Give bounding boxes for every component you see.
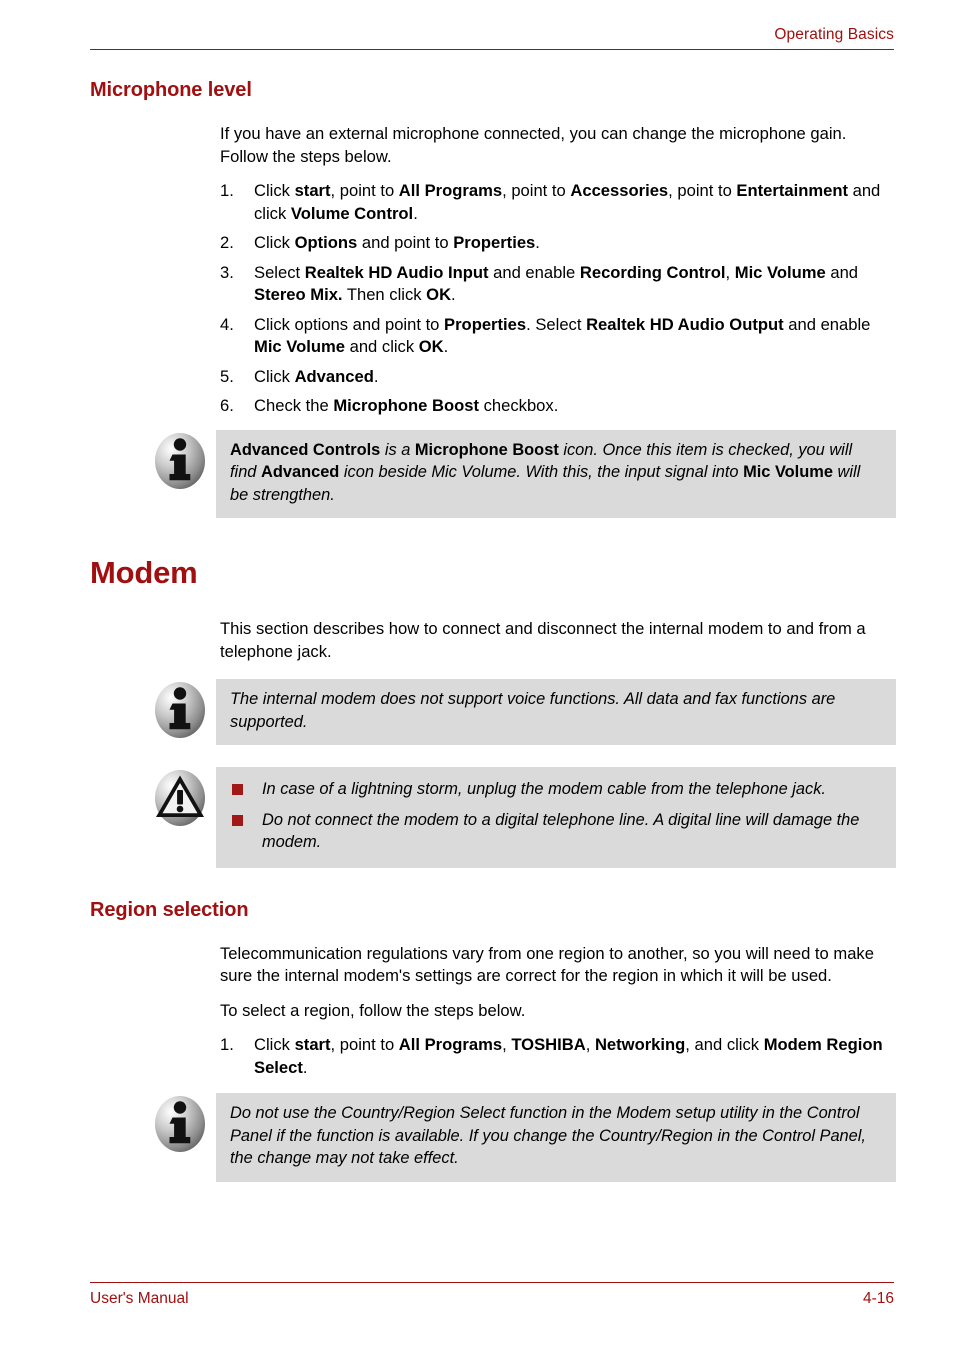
note-text-box: Advanced Controls is a Microphone Boost …	[216, 429, 896, 518]
region-paragraph-1: Telecommunication regulations vary from …	[220, 943, 874, 986]
list-item-number: 2.	[220, 233, 234, 252]
note-text-box: Do not use the Country/Region Select fun…	[216, 1093, 896, 1182]
microphone-intro-paragraph: If you have an external microphone conne…	[220, 124, 847, 166]
list-item-text: Click start, point to All Programs, TOSH…	[254, 1035, 883, 1077]
heading-microphone-level: Microphone level	[90, 79, 252, 101]
note-text: Advanced Controls is a Microphone Boost …	[230, 440, 861, 504]
info-icon	[150, 430, 210, 492]
list-item: 5. Click Advanced.	[220, 366, 896, 389]
region-paragraph-2: To select a region, follow the steps bel…	[220, 1000, 526, 1020]
header-title: Operating Basics	[774, 26, 894, 43]
footer-divider	[90, 1282, 894, 1283]
list-item-text: In case of a lightning storm, unplug the…	[262, 780, 826, 798]
bullet-square-icon	[232, 814, 243, 826]
microphone-steps-list: 1. Click start, point to All Programs, po…	[220, 180, 896, 418]
manual-page: Operating Basics Microphone level If you…	[0, 0, 954, 1351]
caution-text-box: In case of a lightning storm, unplug the…	[216, 767, 896, 868]
list-item-number: 4.	[220, 314, 234, 334]
list-item-text: Do not connect the modem to a digital te…	[262, 810, 860, 852]
note-microphone-boost: Advanced Controls is a Microphone Boost …	[150, 429, 896, 518]
modem-body: This section describes how to connect an…	[220, 618, 896, 663]
heading-modem: Modem	[90, 555, 198, 590]
list-item: 1. Click start, point to All Programs, po…	[220, 180, 896, 225]
note-text: The internal modem does not support voic…	[230, 690, 836, 731]
microphone-body: If you have an external microphone conne…	[220, 123, 896, 418]
list-item: 1. Click start, point to All Programs, TO…	[220, 1034, 896, 1079]
list-item: 6. Check the Microphone Boost checkbox.	[220, 395, 896, 418]
list-item-text: Click options and point to Properties. S…	[254, 314, 871, 357]
list-item-text: Click start, point to All Programs, poin…	[254, 181, 881, 223]
list-item-number: 6.	[220, 396, 234, 415]
modem-intro-paragraph: This section describes how to connect an…	[220, 619, 866, 661]
region-body: Telecommunication regulations vary from …	[220, 943, 896, 1080]
list-item-number: 3.	[220, 262, 234, 282]
list-item: In case of a lightning storm, unplug the…	[230, 778, 882, 801]
page-content: Microphone level If you have an external…	[90, 78, 896, 1182]
list-item-number: 1.	[220, 1035, 234, 1054]
list-item-text: Select Realtek HD Audio Input and enable…	[254, 262, 859, 305]
header-divider	[90, 49, 894, 50]
note-text-box: The internal modem does not support voic…	[216, 679, 896, 745]
list-item: 4. Click options and point to Properties.…	[220, 314, 896, 359]
list-item-number: 1.	[220, 181, 234, 200]
page-footer: User's Manual 4-16	[90, 1282, 894, 1308]
note-text: Do not use the Country/Region Select fun…	[230, 1104, 866, 1167]
list-item: Do not connect the modem to a digital te…	[230, 809, 882, 854]
info-icon	[150, 679, 210, 741]
region-steps-list: 1. Click start, point to All Programs, TO…	[220, 1034, 896, 1079]
list-item: 2. Click Options and point to Properties.	[220, 232, 896, 255]
caution-modem: In case of a lightning storm, unplug the…	[150, 767, 896, 868]
page-header: Operating Basics	[90, 26, 894, 50]
list-item-text: Click Advanced.	[254, 366, 379, 386]
note-region-control-panel: Do not use the Country/Region Select fun…	[150, 1093, 896, 1182]
note-modem-voice: The internal modem does not support voic…	[150, 679, 896, 745]
footer-manual-label: User's Manual	[90, 1290, 189, 1307]
list-item-text: Click Options and point to Properties.	[254, 233, 540, 252]
footer-page-number: 4-16	[862, 1290, 894, 1307]
info-icon	[150, 1093, 210, 1155]
warning-icon	[150, 767, 210, 829]
bullet-square-icon	[232, 784, 243, 795]
list-item-number: 5.	[220, 366, 234, 386]
list-item: 3. Select Realtek HD Audio Input and enab…	[220, 262, 896, 307]
heading-region-selection: Region selection	[90, 898, 249, 921]
caution-list: In case of a lightning storm, unplug the…	[230, 778, 882, 854]
list-item-text: Check the Microphone Boost checkbox.	[254, 396, 559, 415]
